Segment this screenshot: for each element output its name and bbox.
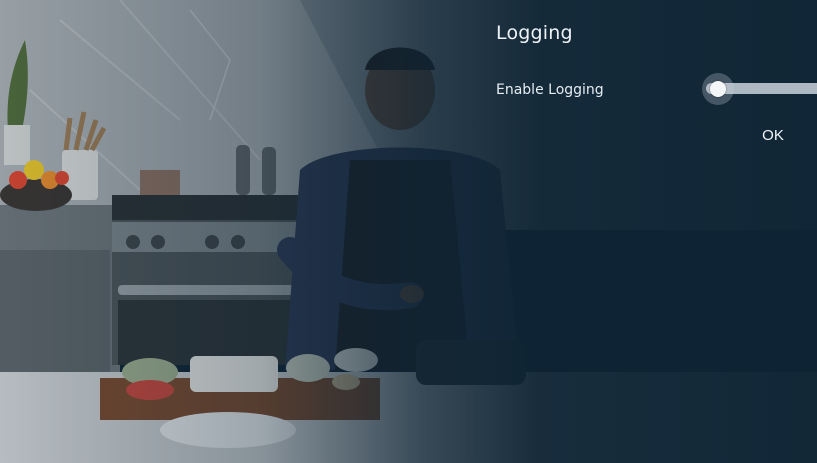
panel-title: Logging	[496, 22, 573, 44]
tv-screen: Logging Enable Logging OK	[0, 0, 817, 463]
logging-settings-panel: Logging Enable Logging OK	[480, 0, 817, 463]
ok-button[interactable]: OK	[758, 125, 788, 146]
setting-row-enable-logging: Enable Logging	[496, 73, 817, 105]
enable-logging-toggle[interactable]	[686, 73, 817, 105]
enable-logging-label: Enable Logging	[496, 82, 604, 98]
toggle-knob	[710, 81, 726, 97]
